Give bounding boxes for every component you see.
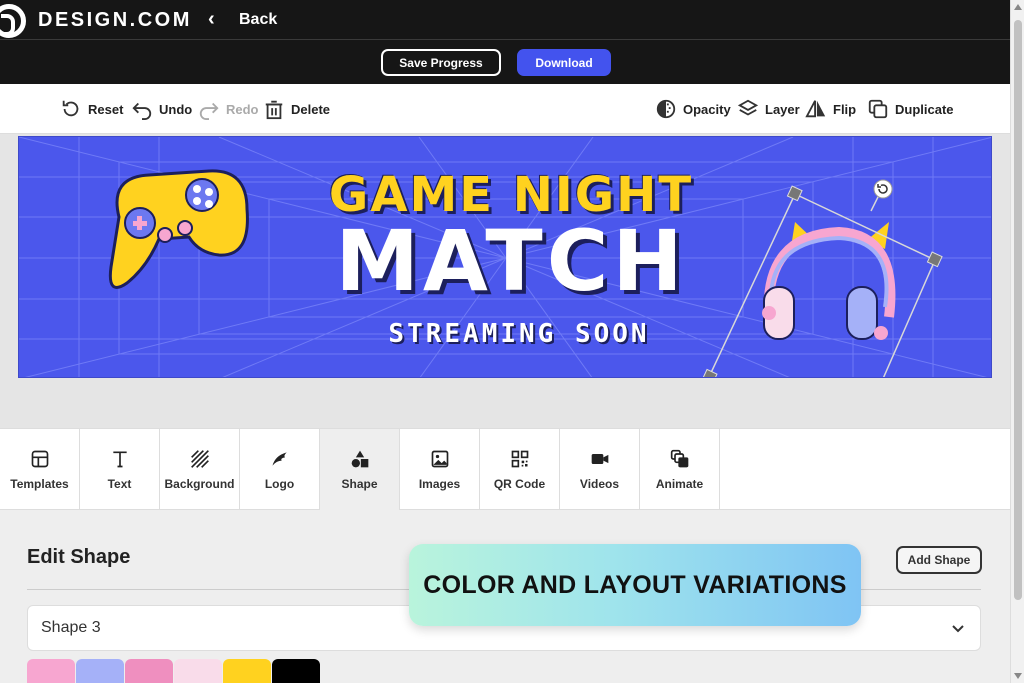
resize-handle-bottom-left[interactable]	[701, 368, 718, 378]
tab-templates-label: Templates	[10, 476, 69, 491]
shape-select-value: Shape 3	[41, 619, 101, 636]
flip-button[interactable]: Flip	[805, 84, 856, 134]
layer-label: Layer	[765, 101, 800, 117]
color-swatch-3[interactable]	[125, 659, 173, 683]
tab-logo[interactable]: Logo	[240, 429, 320, 510]
redo-label: Redo	[226, 101, 259, 117]
scroll-up-icon[interactable]	[1014, 4, 1022, 10]
tab-shape-label: Shape	[341, 476, 378, 491]
headphones-illustration[interactable]	[762, 222, 896, 340]
tab-shape[interactable]: Shape	[320, 429, 400, 510]
color-swatch-6[interactable]	[272, 659, 320, 683]
chevron-down-icon	[952, 625, 964, 633]
tab-text-label: Text	[107, 476, 132, 491]
layer-icon	[737, 99, 759, 116]
reset-label: Reset	[88, 101, 124, 117]
brand-row: DESIGN.COM ‹ Back	[0, 0, 1010, 40]
tab-qr-code-label: QR Code	[493, 476, 546, 491]
scroll-down-icon[interactable]	[1014, 673, 1022, 679]
duplicate-icon	[868, 99, 888, 119]
tab-videos[interactable]: Videos	[560, 429, 640, 510]
rotate-handle-icon[interactable]	[873, 179, 893, 199]
logo-icon	[272, 451, 287, 466]
tab-background-label: Background	[164, 476, 235, 491]
brand-name[interactable]: DESIGN.COM	[38, 9, 192, 32]
color-swatches	[27, 659, 320, 683]
duplicate-label: Duplicate	[895, 101, 954, 117]
color-swatch-5[interactable]	[223, 659, 271, 683]
design-canvas[interactable]: GAME NIGHT MATCH STREAMING SOON	[0, 134, 1010, 428]
trash-icon	[265, 100, 283, 120]
flip-icon	[805, 100, 826, 118]
color-swatch-1[interactable]	[27, 659, 75, 683]
color-swatch-4[interactable]	[174, 659, 222, 683]
qr-code-icon	[511, 450, 528, 467]
tab-background[interactable]: Background	[160, 429, 240, 510]
undo-button[interactable]: Undo	[131, 84, 192, 134]
layer-button[interactable]: Layer	[737, 84, 800, 134]
tab-videos-label: Videos	[579, 476, 620, 491]
back-link[interactable]: Back	[239, 11, 277, 29]
banner-title-line-2[interactable]: MATCH	[301, 219, 721, 303]
edit-toolbar: Reset Undo Redo Delete Opacity Layer Fli…	[0, 84, 1010, 134]
tool-tab-bar: Templates Text Background Logo Shape Ima…	[0, 428, 1010, 510]
reset-icon	[62, 100, 79, 117]
templates-icon	[31, 450, 48, 467]
duplicate-button[interactable]: Duplicate	[867, 84, 954, 134]
top-bar: DESIGN.COM ‹ Back Save Progress Download	[0, 0, 1010, 84]
tab-templates[interactable]: Templates	[0, 429, 80, 510]
save-progress-button[interactable]: Save Progress	[381, 49, 501, 76]
panel-title: Edit Shape	[27, 546, 131, 568]
page-scrollbar[interactable]	[1010, 0, 1024, 683]
banner-subtitle[interactable]: STREAMING SOON	[319, 319, 719, 349]
videos-icon	[591, 453, 608, 464]
animate-icon	[670, 449, 688, 467]
redo-icon	[199, 102, 219, 120]
overlay-caption: COLOR AND LAYOUT VARIATIONS	[409, 544, 861, 626]
gamepad-illustration[interactable]	[108, 169, 249, 289]
resize-handle-top-left[interactable]	[786, 185, 803, 202]
delete-label: Delete	[291, 101, 331, 117]
tab-animate[interactable]: Animate	[640, 429, 720, 510]
opacity-button[interactable]: Opacity	[655, 84, 731, 134]
redo-button[interactable]: Redo	[198, 84, 259, 134]
text-icon	[112, 451, 127, 467]
reset-button[interactable]: Reset	[60, 84, 123, 134]
color-swatch-2[interactable]	[76, 659, 124, 683]
banner-design[interactable]: GAME NIGHT MATCH STREAMING SOON	[18, 136, 992, 378]
design-com-logo-icon[interactable]	[0, 4, 26, 38]
scrollbar-thumb[interactable]	[1014, 20, 1022, 600]
delete-button[interactable]: Delete	[263, 84, 330, 134]
undo-label: Undo	[159, 101, 193, 117]
tab-text[interactable]: Text	[80, 429, 160, 510]
opacity-label: Opacity	[683, 101, 731, 117]
background-icon	[190, 449, 209, 468]
opacity-icon	[656, 99, 676, 119]
resize-handle-top-right[interactable]	[926, 251, 943, 268]
undo-icon	[132, 102, 152, 120]
shape-icon	[351, 450, 368, 467]
tab-qr-code[interactable]: QR Code	[480, 429, 560, 510]
chevron-left-icon[interactable]: ‹	[208, 8, 215, 31]
tab-images-label: Images	[418, 476, 461, 491]
tab-logo-label: Logo	[264, 476, 295, 491]
add-shape-button[interactable]: Add Shape	[896, 546, 982, 574]
images-icon	[431, 450, 448, 467]
tab-animate-label: Animate	[655, 476, 704, 491]
tab-images[interactable]: Images	[400, 429, 480, 510]
flip-label: Flip	[833, 101, 857, 117]
download-button[interactable]: Download	[517, 49, 611, 76]
